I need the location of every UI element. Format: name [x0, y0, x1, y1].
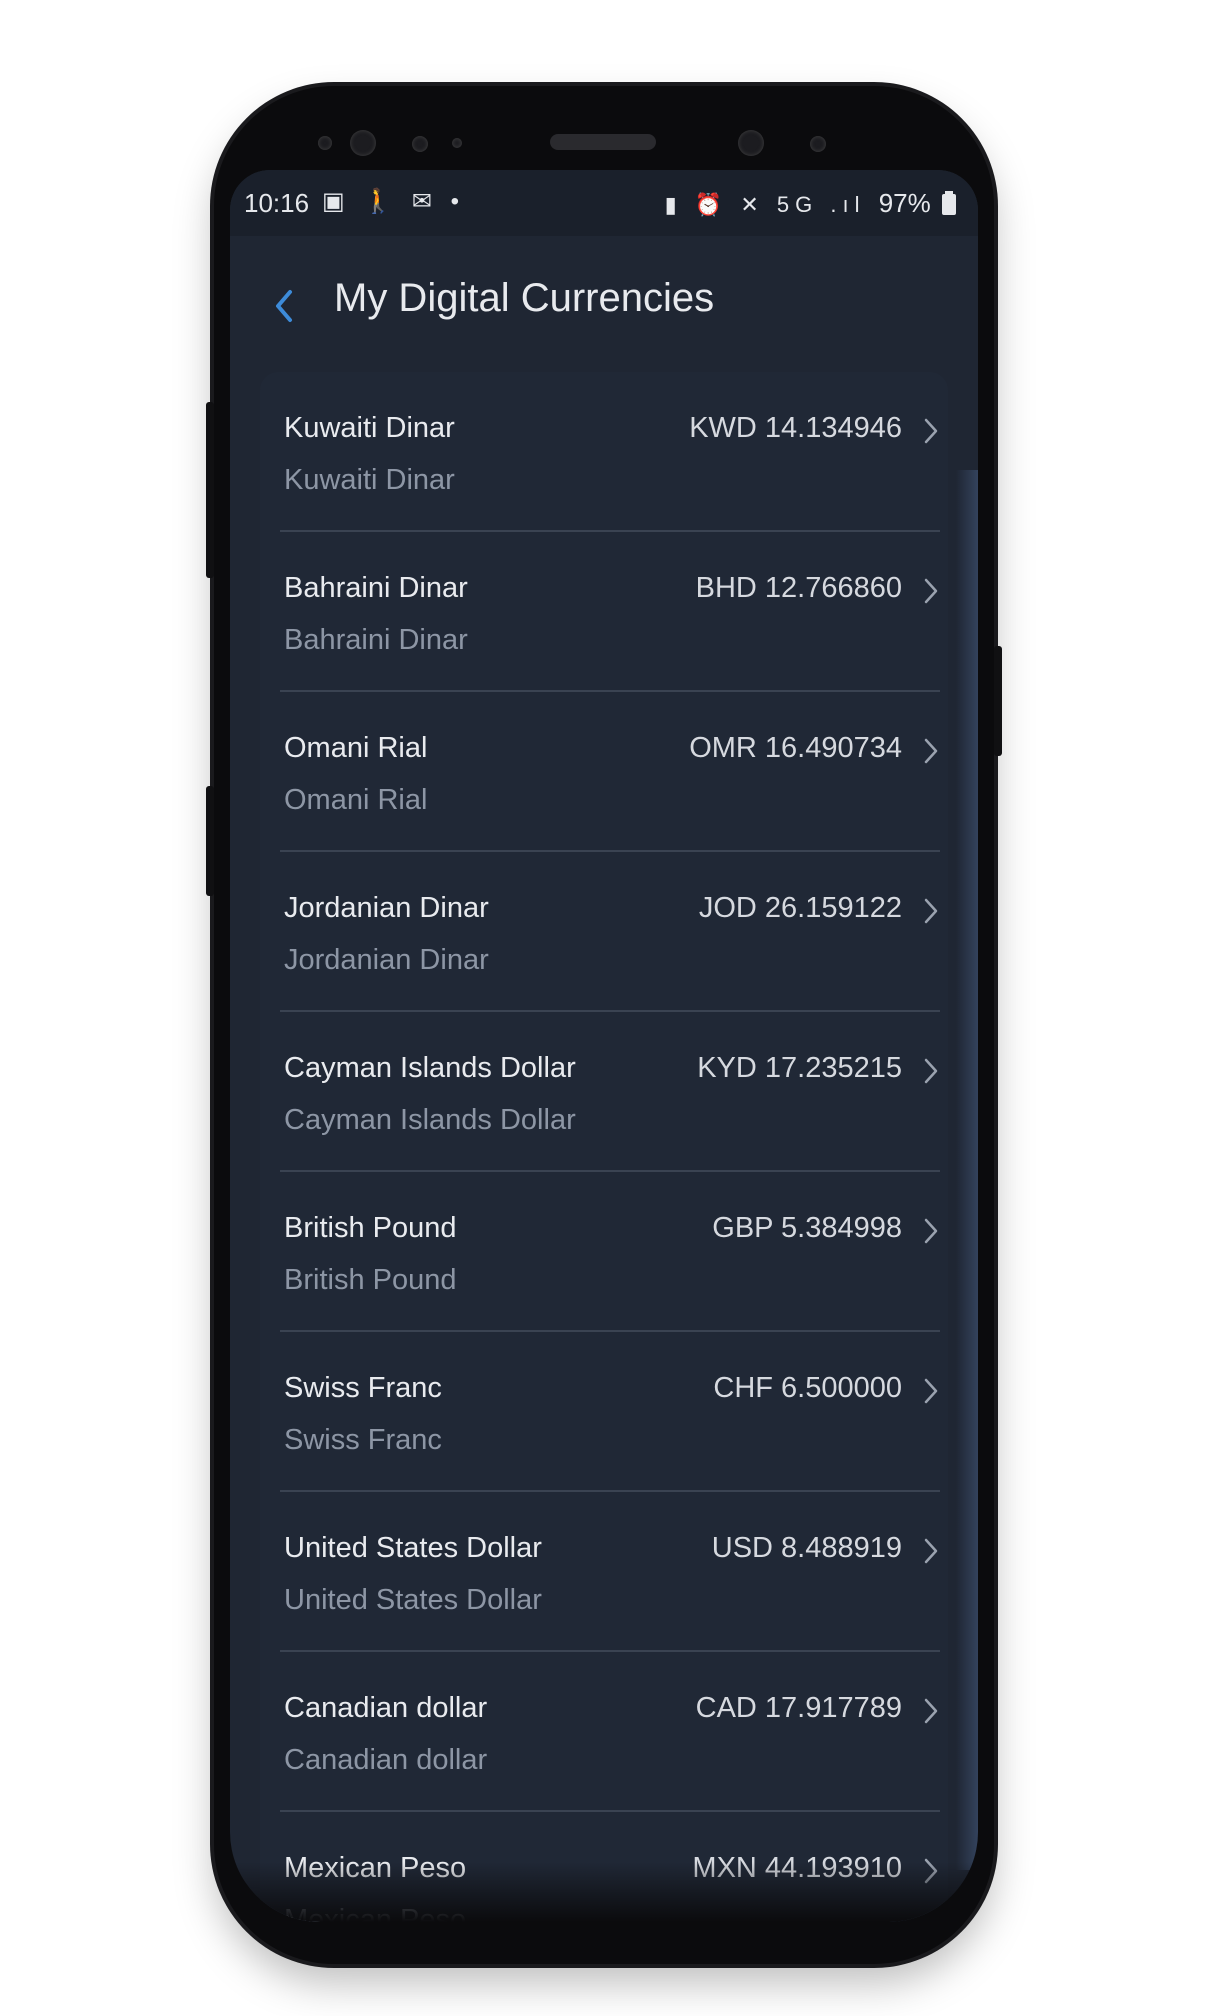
sensor-row	[214, 122, 994, 162]
screen-edge-reflection	[956, 470, 978, 1870]
currency-amount: OMR 16.490734	[689, 732, 902, 764]
currency-subtitle: Jordanian Dinar	[284, 944, 489, 976]
phone-frame: 10:16 ▣ 🚶 ✉ • ▮ ⏰ ✕ 5G .ıl 97% My Digita…	[206, 86, 1002, 1964]
currency-amount: KYD 17.235215	[697, 1052, 902, 1084]
currency-row[interactable]: Canadian dollar Canadian dollar CAD 17.917…	[280, 1652, 944, 1812]
front-camera-icon	[738, 130, 764, 156]
currency-list: Kuwaiti Dinar Kuwaiti Dinar KWD 14.134946 B…	[260, 372, 948, 1922]
currency-amount: GBP 5.384998	[712, 1212, 902, 1244]
currency-amount: CHF 6.500000	[713, 1372, 902, 1404]
currency-name: United States Dollar	[284, 1532, 542, 1564]
currency-name: British Pound	[284, 1212, 457, 1244]
chevron-right-icon	[924, 418, 938, 444]
chevron-right-icon	[924, 1698, 938, 1724]
bixby-button	[206, 786, 214, 896]
volume-button	[206, 402, 214, 578]
chevron-right-icon	[924, 1218, 938, 1244]
currency-row[interactable]: Omani Rial Omani Rial OMR 16.490734	[280, 692, 944, 852]
currency-name: Jordanian Dinar	[284, 892, 489, 924]
chevron-right-icon	[924, 1538, 938, 1564]
currency-row[interactable]: Swiss Franc Swiss Franc CHF 6.500000	[280, 1332, 944, 1492]
chevron-right-icon	[924, 578, 938, 604]
system-icons: ▮ ⏰ ✕ 5G .ıl	[664, 192, 866, 217]
screen: 10:16 ▣ 🚶 ✉ • ▮ ⏰ ✕ 5G .ıl 97% My Digita…	[230, 170, 978, 1922]
currency-subtitle: British Pound	[284, 1264, 457, 1296]
battery-icon	[942, 191, 956, 215]
app-bar: My Digital Currencies	[230, 236, 978, 376]
currency-name: Canadian dollar	[284, 1692, 488, 1724]
currency-name: Kuwaiti Dinar	[284, 412, 455, 444]
currency-subtitle: Omani Rial	[284, 784, 428, 816]
currency-subtitle: Swiss Franc	[284, 1424, 442, 1456]
currency-amount: BHD 12.766860	[695, 572, 902, 604]
chevron-left-icon[interactable]	[270, 286, 298, 326]
sensor-icon	[452, 138, 462, 148]
status-time: 10:16	[244, 188, 310, 218]
currency-row[interactable]: British Pound British Pound GBP 5.384998	[280, 1172, 944, 1332]
sensor-icon	[318, 136, 332, 150]
currency-subtitle: Kuwaiti Dinar	[284, 464, 455, 496]
currency-row[interactable]: Cayman Islands Dollar Cayman Islands Doll…	[280, 1012, 944, 1172]
status-bar: 10:16 ▣ 🚶 ✉ • ▮ ⏰ ✕ 5G .ıl 97%	[230, 170, 978, 236]
chevron-right-icon	[924, 898, 938, 924]
sensor-icon	[412, 136, 428, 152]
currency-row[interactable]: Jordanian Dinar Jordanian Dinar JOD 26.159…	[280, 852, 944, 1012]
page-title: My Digital Currencies	[334, 276, 715, 320]
currency-subtitle: Cayman Islands Dollar	[284, 1104, 576, 1136]
chevron-right-icon	[924, 1378, 938, 1404]
currency-subtitle: United States Dollar	[284, 1584, 542, 1616]
iris-sensor-icon	[350, 130, 376, 156]
currency-name: Swiss Franc	[284, 1372, 442, 1404]
currency-row[interactable]: Kuwaiti Dinar Kuwaiti Dinar KWD 14.134946	[280, 372, 944, 532]
chevron-right-icon	[924, 1058, 938, 1084]
earpiece-speaker	[550, 134, 656, 150]
currency-amount: KWD 14.134946	[689, 412, 902, 444]
chevron-right-icon	[924, 738, 938, 764]
currency-subtitle: Bahraini Dinar	[284, 624, 468, 656]
currency-row[interactable]: United States Dollar United States Dollar…	[280, 1492, 944, 1652]
screen-bottom-fade	[230, 1862, 978, 1922]
status-right: ▮ ⏰ ✕ 5G .ıl 97%	[665, 188, 956, 219]
notification-icons: ▣ 🚶 ✉ •	[322, 188, 466, 215]
power-button	[994, 646, 1002, 756]
currency-amount: JOD 26.159122	[698, 892, 902, 924]
battery-percent: 97%	[878, 188, 931, 218]
currency-name: Cayman Islands Dollar	[284, 1052, 576, 1084]
currency-amount: USD 8.488919	[711, 1532, 902, 1564]
currency-subtitle: Canadian dollar	[284, 1744, 488, 1776]
sensor-icon	[810, 136, 826, 152]
currency-name: Omani Rial	[284, 732, 428, 764]
currency-name: Bahraini Dinar	[284, 572, 468, 604]
currency-row[interactable]: Bahraini Dinar Bahraini Dinar BHD 12.76686…	[280, 532, 944, 692]
currency-amount: CAD 17.917789	[695, 1692, 902, 1724]
